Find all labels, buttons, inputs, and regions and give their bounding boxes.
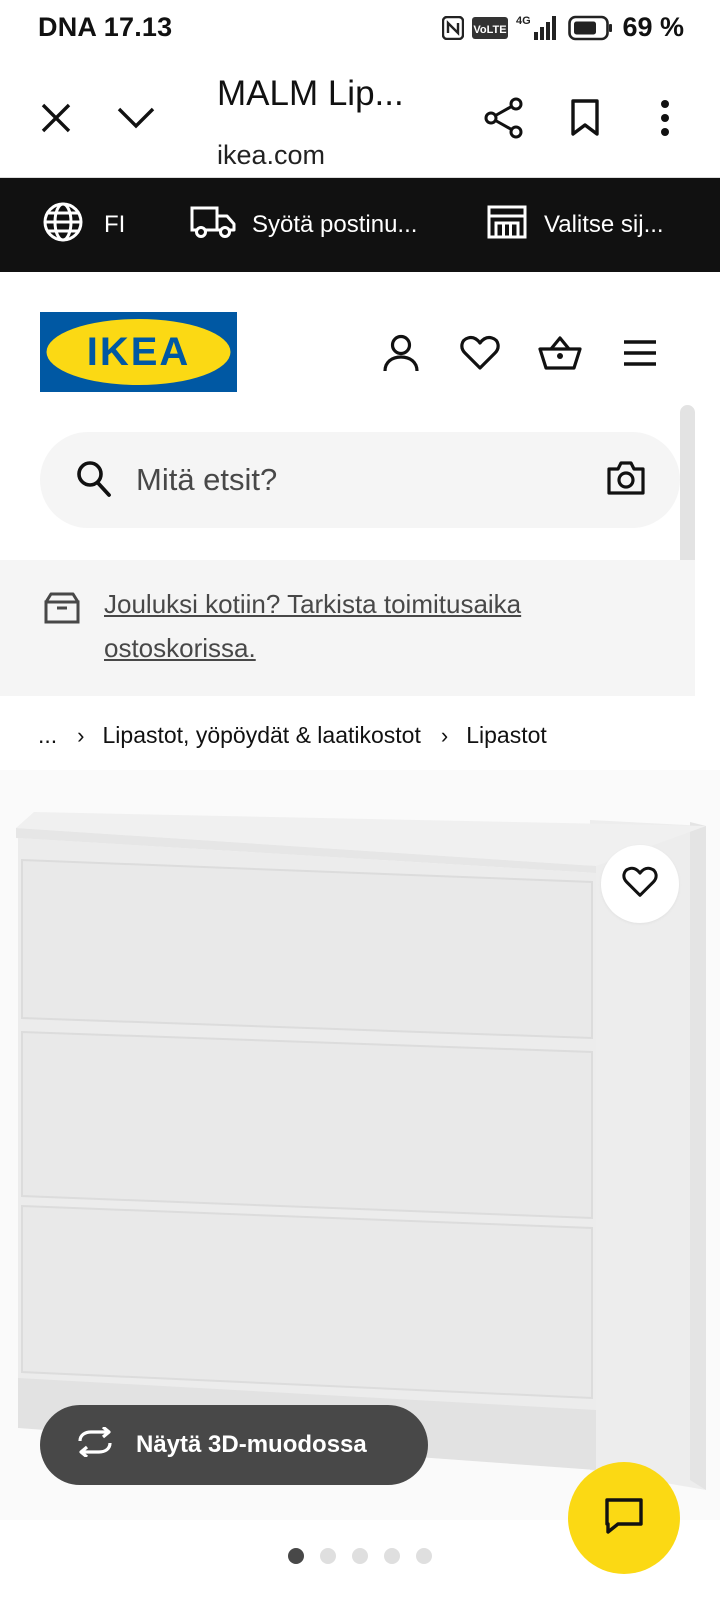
language-label: FI [104,211,126,238]
svg-text:4G: 4G [516,15,531,27]
carousel-dot[interactable] [416,1548,432,1564]
menu-icon[interactable] [615,330,665,376]
carousel-dot[interactable] [288,1548,304,1564]
notice-link[interactable]: Jouluksi kotiin? Tarkista toimitusaika o… [104,582,624,670]
parcel-icon [44,592,80,629]
breadcrumb-ellipsis[interactable]: ... [38,722,57,749]
view-3d-label: Näytä 3D-muodossa [136,1431,367,1458]
store-label: Valitse sij... [544,211,664,238]
rotate-3d-icon [74,1425,116,1464]
profile-icon[interactable] [376,330,426,376]
image-carousel-dots [288,1548,432,1564]
more-vert-icon[interactable] [637,90,693,146]
battery-level: 69 % [622,12,684,42]
chevron-down-icon[interactable] [108,90,164,146]
locale-bar: FI Syötä postinu... Valitse sij... [0,178,720,272]
language-selector[interactable]: FI [42,178,125,272]
store-icon [486,204,528,247]
share-icon[interactable] [476,90,532,146]
chevron-right-icon: › [440,722,449,748]
postcode-label: Syötä postinu... [252,211,418,238]
svg-text:IKEA: IKEA [87,330,191,374]
truck-icon [190,204,236,247]
delivery-notice: Jouluksi kotiin? Tarkista toimitusaika o… [0,560,695,696]
breadcrumb: ... › Lipastot, yöpöydät & laatikostot ›… [38,722,547,749]
postcode-selector[interactable]: Syötä postinu... [190,178,417,272]
search-icon [76,460,112,503]
basket-icon[interactable] [535,330,585,376]
bookmark-icon[interactable] [557,90,613,146]
store-selector[interactable]: Valitse sij... [486,178,664,272]
volte-icon: VoLTE [472,16,509,40]
view-3d-button[interactable]: Näytä 3D-muodossa [40,1405,428,1485]
heart-icon [622,866,658,903]
carousel-dot[interactable] [320,1548,336,1564]
nfc-icon [442,15,465,40]
carousel-dot[interactable] [352,1548,368,1564]
carrier-time: DNA 17.13 [38,12,173,42]
chat-icon [604,1497,644,1540]
chevron-right-icon: › [77,722,85,748]
heart-icon[interactable] [455,330,505,376]
search-input[interactable]: Mitä etsit? [136,462,277,498]
status-bar: DNA 17.13 VoLTE 4G 69 % [0,0,720,56]
breadcrumb-item[interactable]: Lipastot, yöpöydät & laatikostot [103,722,421,749]
signal-icon: 4G [516,14,560,42]
ikea-logo[interactable]: IKEA [40,312,237,392]
camera-icon[interactable] [606,460,646,501]
browser-toolbar: MALM Lip... ikea.com [0,56,720,178]
page-url: ikea.com [217,140,326,170]
breadcrumb-item[interactable]: Lipastot [466,722,547,749]
svg-text:VoLTE: VoLTE [474,24,507,36]
search-bar[interactable]: Mitä etsit? [40,432,680,528]
add-to-favourites-button[interactable] [601,845,679,923]
page-title: MALM Lip... [217,74,404,113]
chat-button[interactable] [568,1462,680,1574]
battery-icon [568,15,614,41]
carousel-dot[interactable] [384,1548,400,1564]
globe-icon [42,201,84,250]
close-icon[interactable] [28,90,84,146]
